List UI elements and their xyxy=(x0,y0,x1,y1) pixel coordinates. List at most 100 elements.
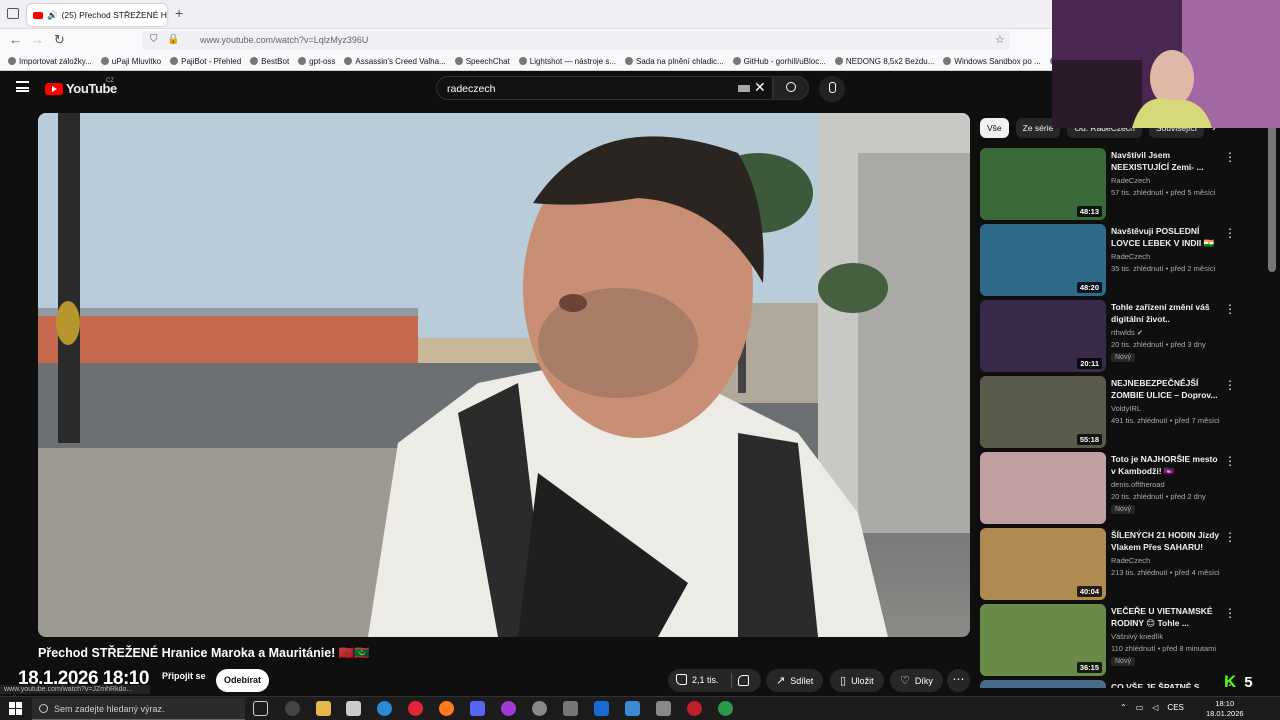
bookmark-item[interactable]: PajiBot - Přehled xyxy=(170,57,241,66)
clear-search-icon[interactable]: ✕ xyxy=(754,79,766,96)
video-thumbnail[interactable]: 48:13 xyxy=(980,148,1106,220)
video-title[interactable]: Navštívil Jsem NEEXISTUJÍCÍ Zemi- ... xyxy=(1111,149,1221,173)
taskbar-search-input[interactable]: Sem zadejte hledaný výraz. xyxy=(32,698,245,720)
recommended-video[interactable]: 48:13 Navštívil Jsem NEEXISTUJÍCÍ Zemi- .… xyxy=(980,148,1236,220)
firefox-icon[interactable] xyxy=(439,701,454,716)
browser-tab-youtube[interactable]: 🔊 (25) Přechod STŘEŽENÉ Hr ✕ xyxy=(27,4,167,26)
video-meta: 213 tis. zhlédnutí • před 4 měsíci xyxy=(1111,568,1220,577)
more-options-icon[interactable]: ⋮ xyxy=(1224,226,1236,240)
obs-icon[interactable] xyxy=(532,701,547,716)
recommended-video[interactable]: 55:18 NEJNEBEZPEČNĚJŠÍ ZOMBIE ULICE – Dop… xyxy=(980,376,1236,448)
video-title[interactable]: VEČEŘE U VIETNAMSKÉ RODINY 😊 Tohle ... xyxy=(1111,605,1221,629)
video-thumbnail[interactable] xyxy=(980,452,1106,524)
discord-icon[interactable] xyxy=(470,701,485,716)
app-icon[interactable] xyxy=(656,701,671,716)
file-explorer-icon[interactable] xyxy=(316,701,331,716)
bookmark-star-icon[interactable]: ☆ xyxy=(995,33,1005,46)
bookmark-item[interactable]: Sada na plnění chladic... xyxy=(625,57,724,66)
bookmark-item[interactable]: gpt-oss xyxy=(298,57,335,66)
video-title[interactable]: Toto je NAJHORŠIE mesto v Kambodži! 🇰🇭 xyxy=(1111,453,1221,477)
thumbs-down-icon[interactable] xyxy=(738,675,749,686)
shield-icon[interactable]: ⛉ xyxy=(150,34,158,45)
video-thumbnail[interactable]: 55:18 xyxy=(980,376,1106,448)
search-button[interactable] xyxy=(773,76,809,100)
recommended-video[interactable]: 20:11 Tohle zařízení změní váš digitální … xyxy=(980,300,1236,372)
more-options-icon[interactable]: ⋮ xyxy=(1224,378,1236,392)
bookmark-item[interactable]: BestBot xyxy=(250,57,289,66)
reload-icon[interactable]: ↻ xyxy=(54,32,65,48)
app-icon[interactable] xyxy=(594,701,609,716)
video-title[interactable]: Tohle zařízení změní váš digitální život… xyxy=(1111,301,1221,325)
scrollbar[interactable] xyxy=(1268,110,1276,272)
app-icon[interactable] xyxy=(625,701,640,716)
volume-icon[interactable]: ◁ xyxy=(1152,703,1158,712)
search-input[interactable]: radeczech xyxy=(436,76,773,100)
bookmark-item[interactable]: GitHub - gorhill/uBloc... xyxy=(732,57,826,66)
store-icon[interactable] xyxy=(346,701,361,716)
video-thumbnail[interactable] xyxy=(980,680,1106,688)
video-thumbnail[interactable]: 40:04 xyxy=(980,528,1106,600)
bookmark-item[interactable]: NEDONG 8,5x2 Bezdu... xyxy=(834,57,934,66)
app-icon[interactable] xyxy=(687,701,702,716)
app-icon[interactable] xyxy=(563,701,578,716)
opera-icon[interactable] xyxy=(408,701,423,716)
url-bar[interactable]: www.youtube.com/watch?v=LqlzMyz396U xyxy=(142,31,1010,50)
bookmark-label: Importovat záložky... xyxy=(19,56,92,66)
more-options-icon[interactable]: ⋮ xyxy=(1224,530,1236,544)
save-button[interactable]: ▯ Uložit xyxy=(830,669,884,692)
app-icon[interactable] xyxy=(285,701,300,716)
new-tab-button[interactable]: + xyxy=(175,5,183,21)
video-title[interactable]: Navštěvuji POSLEDNÍ LOVCE LEBEK V INDII … xyxy=(1111,225,1221,249)
bookmark-item[interactable]: SpeechChat xyxy=(454,57,510,66)
bookmark-item[interactable]: Windows Sandbox po ... xyxy=(943,57,1041,66)
app-icon[interactable] xyxy=(501,701,516,716)
recommended-video[interactable]: 36:15 VEČEŘE U VIETNAMSKÉ RODINY 😊 Tohle … xyxy=(980,604,1236,676)
bookmark-item[interactable]: Lightshot — nástroje s... xyxy=(518,56,617,66)
voice-search-icon[interactable] xyxy=(819,76,845,102)
video-thumbnail[interactable]: 20:11 xyxy=(980,300,1106,372)
youtube-play-icon xyxy=(45,82,63,95)
video-title[interactable]: NEJNEBEZPEČNĚJŠÍ ZOMBIE ULICE – Doprov..… xyxy=(1111,377,1221,401)
more-options-icon[interactable]: ⋮ xyxy=(1224,606,1236,620)
recommended-video[interactable]: Toto je NAJHORŠIE mesto v Kambodži! 🇰🇭 de… xyxy=(980,452,1236,524)
more-options-icon[interactable]: ⋮ xyxy=(1224,454,1236,468)
chevron-up-icon[interactable]: ⌃ xyxy=(1120,703,1127,712)
edge-icon[interactable] xyxy=(377,701,392,716)
thumbs-up-icon[interactable] xyxy=(676,674,687,685)
bookmark-item[interactable]: uPaji Mluvitko xyxy=(100,57,161,66)
video-title[interactable]: CO VŠE JE ŠPATNĚ S ... xyxy=(1111,681,1221,688)
recommended-video[interactable]: CO VŠE JE ŠPATNĚ S ...⋮ xyxy=(980,680,1236,688)
thanks-button[interactable]: ♡ Díky xyxy=(890,669,943,692)
app-icon[interactable] xyxy=(718,701,733,716)
chip-0[interactable]: Vše xyxy=(980,118,1009,138)
speaker-icon[interactable]: 🔊 xyxy=(47,10,58,21)
video-thumbnail[interactable]: 48:20 xyxy=(980,224,1106,296)
more-actions-button[interactable]: ⋯ xyxy=(947,669,970,692)
back-icon[interactable]: ← xyxy=(9,32,22,47)
bookmark-item[interactable]: Assassin's Creed Valha... xyxy=(344,57,446,66)
video-player[interactable] xyxy=(38,113,970,637)
lock-icon[interactable]: 🔒 xyxy=(167,34,179,45)
more-options-icon[interactable]: ⋮ xyxy=(1224,302,1236,316)
join-button[interactable]: Připojit se xyxy=(162,671,206,681)
share-button[interactable]: ↗ Sdílet xyxy=(766,669,824,692)
subscribe-button[interactable]: Odebírat xyxy=(216,669,269,692)
more-options-icon[interactable]: ⋮ xyxy=(1224,150,1236,164)
recommended-video[interactable]: 40:04 ŠÍLENÝCH 21 HODIN Jízdy Vlakem Přes… xyxy=(980,528,1236,600)
task-view-icon[interactable] xyxy=(253,701,268,716)
new-badge: Nový xyxy=(1111,505,1135,514)
bookmark-label: Lightshot — nástroje s... xyxy=(529,56,617,66)
bookmark-item[interactable]: Importovat záložky... xyxy=(8,57,92,66)
video-title[interactable]: ŠÍLENÝCH 21 HODIN Jízdy Vlakem Přes SAHA… xyxy=(1111,529,1221,553)
tab-list-icon[interactable] xyxy=(7,8,19,19)
recommended-video[interactable]: 48:20 Navštěvuji POSLEDNÍ LOVCE LEBEK V I… xyxy=(980,224,1236,296)
hamburger-menu-icon[interactable] xyxy=(16,81,29,92)
forward-icon[interactable]: → xyxy=(31,32,44,47)
video-thumbnail[interactable]: 36:15 xyxy=(980,604,1106,676)
taskbar-clock[interactable]: 18:10 18.01.2026 xyxy=(1206,699,1244,719)
windows-start-icon[interactable] xyxy=(9,702,22,715)
like-count[interactable]: 2,1 tis. xyxy=(692,675,719,685)
network-icon[interactable]: ▭ xyxy=(1136,703,1144,712)
keyboard-icon[interactable] xyxy=(738,85,750,92)
input-language[interactable]: CES xyxy=(1167,703,1183,712)
